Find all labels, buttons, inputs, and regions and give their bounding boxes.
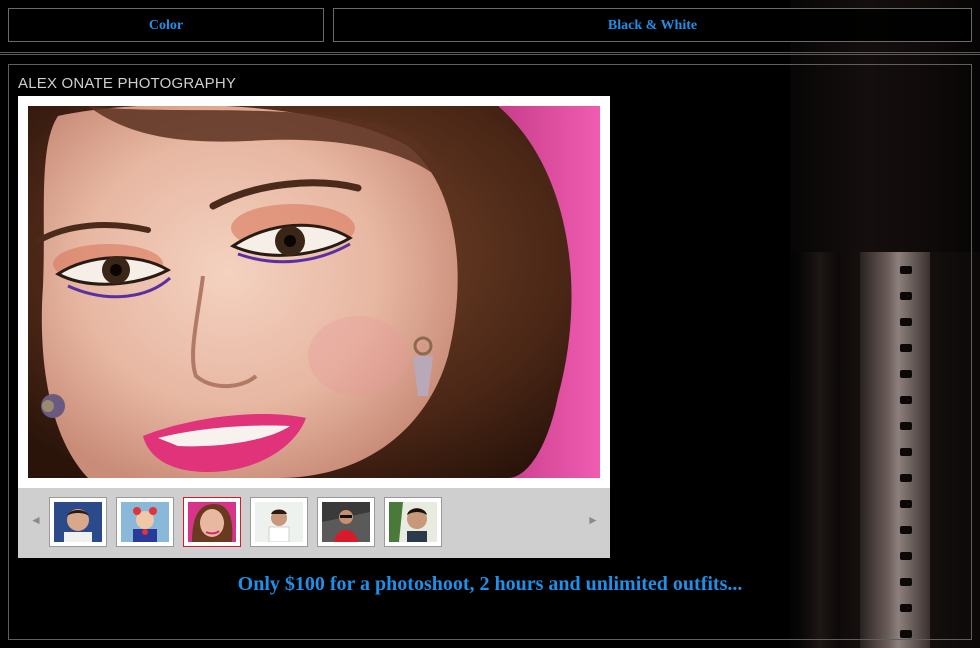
top-navigation: Color Black & White [0, 8, 980, 44]
thumbnail-bar: ◄ ► [18, 488, 610, 558]
thumbnail-2-image [121, 502, 169, 542]
thumbnail-6[interactable] [384, 497, 442, 547]
thumbnail-3-selected[interactable] [183, 497, 241, 547]
thumbnail-1[interactable] [49, 497, 107, 547]
thumbnail-5-image [322, 502, 370, 542]
thumbnail-4-image [255, 502, 303, 542]
promo-text: Only $100 for a photoshoot, 2 hours and … [237, 573, 743, 595]
nav-divider [0, 52, 980, 55]
thumbnail-2[interactable] [116, 497, 174, 547]
prev-arrow-icon[interactable]: ◄ [30, 513, 42, 527]
main-photo[interactable] [28, 106, 600, 478]
page: Color Black & White ALEX ONATE PHOTOGRAP… [0, 0, 980, 648]
thumbnail-3-image [188, 502, 236, 542]
thumbnail-4[interactable] [250, 497, 308, 547]
thumbnail-6-image [389, 502, 437, 542]
portrait-image [28, 106, 600, 478]
nav-color-button[interactable]: Color [8, 8, 324, 42]
nav-black-white-button[interactable]: Black & White [333, 8, 972, 42]
site-title: ALEX ONATE PHOTOGRAPHY [18, 75, 237, 92]
photo-gallery: ◄ ► [18, 96, 610, 558]
thumbnail-1-image [54, 502, 102, 542]
next-arrow-icon[interactable]: ► [587, 513, 599, 527]
thumbnail-5[interactable] [317, 497, 375, 547]
